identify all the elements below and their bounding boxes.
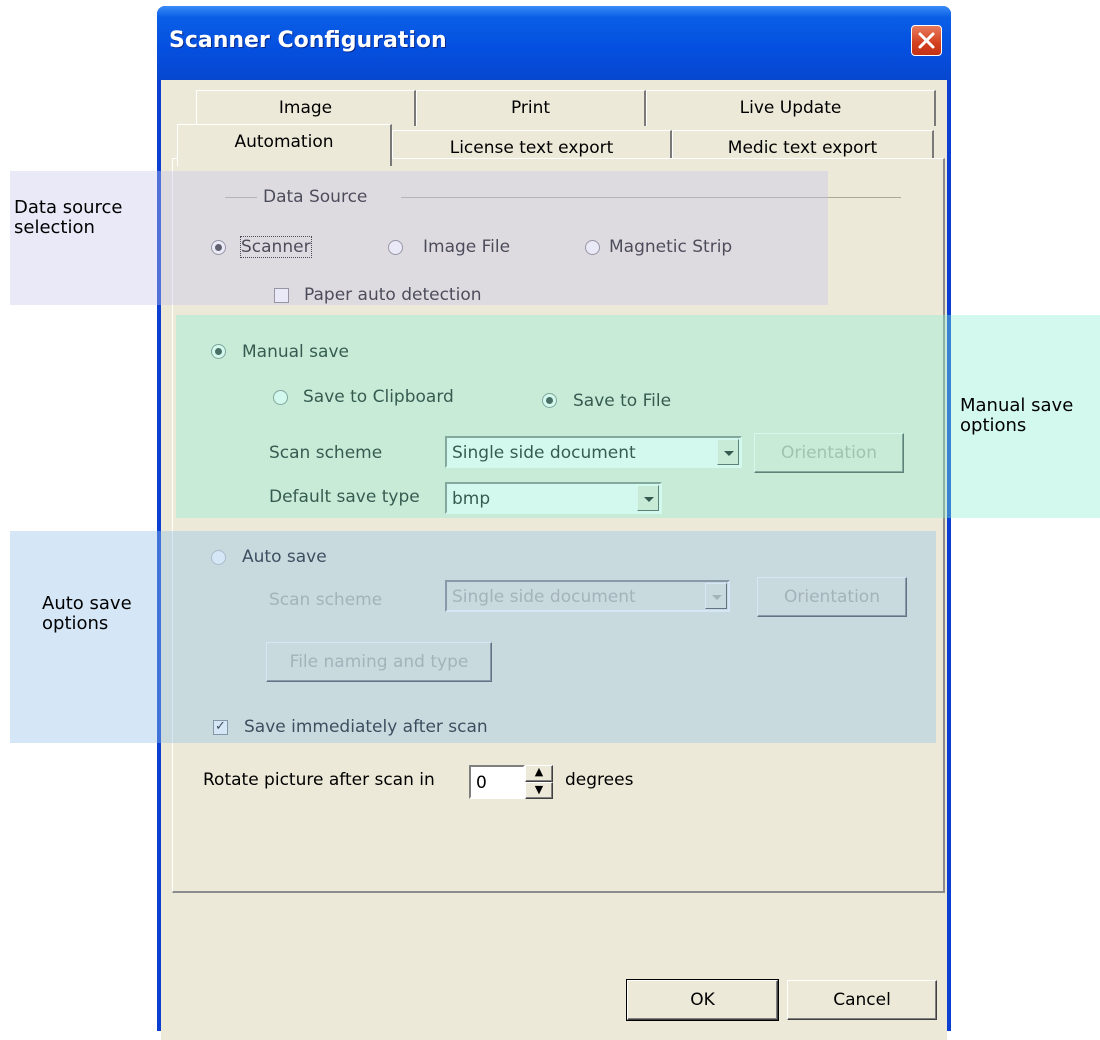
rotate-suffix-label: degrees bbox=[565, 770, 634, 790]
tab-label: Image bbox=[278, 98, 333, 118]
auto-save-annotation: Auto save options bbox=[42, 594, 132, 634]
tab-label: Print bbox=[510, 98, 551, 118]
caret-down-icon: ▼ bbox=[534, 783, 544, 796]
auto-save-zone bbox=[10, 531, 936, 743]
annotation-line: Auto save bbox=[42, 593, 132, 614]
data-source-annotation: Data source selection bbox=[14, 198, 122, 238]
data-source-zone bbox=[10, 171, 828, 305]
annotation-line: options bbox=[960, 415, 1027, 436]
tab-label: Medic text export bbox=[727, 138, 878, 158]
caret-up-icon: ▲ bbox=[534, 765, 544, 778]
cancel-label: Cancel bbox=[833, 990, 891, 1010]
tab-label: Live Update bbox=[739, 98, 842, 118]
cancel-button[interactable]: Cancel bbox=[787, 980, 937, 1020]
annotation-line: options bbox=[42, 613, 109, 634]
tab-live-update[interactable]: Live Update bbox=[646, 90, 936, 126]
annotation-line: selection bbox=[14, 217, 95, 238]
tab-automation[interactable]: Automation bbox=[177, 124, 392, 166]
spin-up-button[interactable]: ▲ bbox=[525, 765, 553, 782]
rotate-prefix-label: Rotate picture after scan in bbox=[203, 770, 435, 790]
annotation-line: Data source bbox=[14, 197, 123, 218]
tab-print[interactable]: Print bbox=[416, 90, 646, 126]
rotate-degrees-value: 0 bbox=[476, 773, 487, 793]
tab-image[interactable]: Image bbox=[196, 90, 416, 126]
window-title: Scanner Configuration bbox=[169, 28, 447, 53]
manual-save-annotation: Manual save options bbox=[960, 396, 1073, 436]
rotate-degrees-input[interactable]: 0 bbox=[469, 765, 525, 799]
tab-label: Automation bbox=[234, 132, 334, 152]
title-bar[interactable]: Scanner Configuration bbox=[157, 6, 951, 80]
tab-label: License text export bbox=[449, 138, 614, 158]
spin-down-button[interactable]: ▼ bbox=[525, 782, 553, 799]
ok-button[interactable]: OK bbox=[626, 979, 779, 1021]
close-icon bbox=[918, 32, 935, 49]
dialog-window: Scanner Configuration Image Print Live U… bbox=[157, 6, 951, 1040]
ok-label: OK bbox=[690, 990, 715, 1010]
annotation-line: Manual save bbox=[960, 395, 1074, 416]
close-button[interactable] bbox=[911, 25, 942, 56]
